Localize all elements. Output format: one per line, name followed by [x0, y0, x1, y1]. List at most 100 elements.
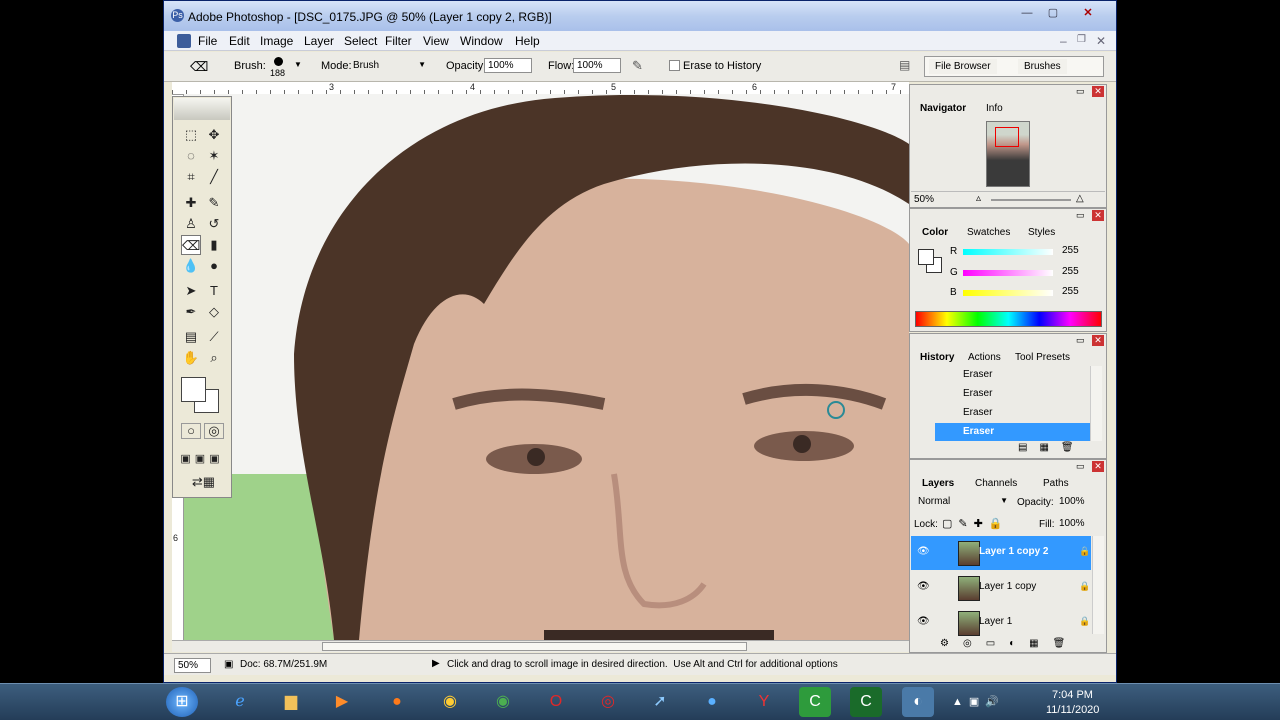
navigator-view-box[interactable]: [995, 127, 1019, 147]
layer-row[interactable]: 👁 Layer 1 copy 🔒: [911, 571, 1091, 605]
layer-row-selected[interactable]: 👁 Layer 1 copy 2 🔒: [911, 536, 1091, 570]
panel-close-icon[interactable]: ✕: [1092, 210, 1104, 221]
photoshop-taskbar-icon[interactable]: ◐: [902, 687, 934, 717]
shape-tool-icon[interactable]: ◇: [204, 302, 224, 322]
visibility-eye-icon[interactable]: 👁: [917, 581, 930, 592]
firefox-icon[interactable]: ●: [381, 687, 413, 717]
opera-gx-icon[interactable]: ◎: [592, 687, 624, 717]
visibility-eye-icon[interactable]: 👁: [917, 616, 930, 627]
media-player-icon[interactable]: ▶: [326, 687, 358, 717]
quick-mask-icon[interactable]: ◎: [204, 423, 224, 439]
status-arrow-icon[interactable]: ▶: [432, 658, 440, 669]
eraser-tool-icon[interactable]: ⌫: [181, 235, 201, 255]
layer-opacity-field[interactable]: 100%: [1056, 495, 1096, 510]
adobe-online-icon[interactable]: [174, 98, 230, 120]
close-button[interactable]: ✕: [1073, 6, 1103, 21]
firefox-developer-icon[interactable]: ●: [696, 687, 728, 717]
doc-restore-button[interactable]: ❐: [1077, 34, 1086, 45]
tab-tool-presets[interactable]: Tool Presets: [1015, 352, 1070, 363]
image-canvas[interactable]: [184, 94, 909, 640]
foreground-color-swatch[interactable]: [181, 377, 206, 402]
eyedropper-tool-icon[interactable]: ⟋: [204, 327, 224, 347]
menu-layer[interactable]: Layer: [304, 34, 334, 48]
start-button[interactable]: ⊞: [166, 687, 198, 717]
visibility-eye-icon[interactable]: 👁: [917, 546, 930, 557]
type-tool-icon[interactable]: T: [204, 281, 224, 301]
green-slider[interactable]: [963, 270, 1053, 276]
tab-actions[interactable]: Actions: [968, 352, 1001, 363]
doc-minimize-button[interactable]: –: [1060, 34, 1067, 48]
history-state[interactable]: Eraser: [935, 366, 1090, 384]
chrome-canary-icon[interactable]: ◉: [434, 687, 466, 717]
tab-styles[interactable]: Styles: [1028, 227, 1055, 238]
eraser-tool-preset-icon[interactable]: ⌫: [190, 59, 208, 75]
menu-window[interactable]: Window: [460, 34, 503, 48]
blue-slider[interactable]: [963, 290, 1053, 296]
layers-scrollbar[interactable]: [1092, 536, 1104, 634]
notes-tool-icon[interactable]: ▤: [181, 327, 201, 347]
history-state[interactable]: Eraser: [935, 404, 1090, 422]
history-state-current[interactable]: Eraser: [935, 423, 1090, 441]
panel-close-icon[interactable]: ✕: [1092, 461, 1104, 472]
brush-dropdown-icon[interactable]: ▼: [294, 60, 302, 69]
tab-channels[interactable]: Channels: [975, 478, 1017, 489]
history-scrollbar[interactable]: [1090, 366, 1102, 441]
layers-actions-icons[interactable]: ⚙◎▭◐▦🗑: [940, 638, 1079, 649]
history-state[interactable]: Eraser: [935, 385, 1090, 403]
tab-info[interactable]: Info: [986, 103, 1003, 114]
panel-minimize-icon[interactable]: ▭: [1076, 335, 1085, 346]
red-slider[interactable]: [963, 249, 1053, 255]
menu-filter[interactable]: Filter: [385, 34, 412, 48]
magic-wand-tool-icon[interactable]: ✶: [204, 146, 224, 166]
jump-to-imageready-icon[interactable]: ⇄▦: [181, 472, 226, 492]
slice-tool-icon[interactable]: ╱: [204, 167, 224, 187]
path-selection-tool-icon[interactable]: ➤: [181, 281, 201, 301]
zoom-tool-icon[interactable]: ⌕: [204, 348, 224, 368]
color-ramp[interactable]: [915, 311, 1102, 327]
blur-tool-icon[interactable]: 💧: [181, 256, 201, 276]
tab-swatches[interactable]: Swatches: [967, 227, 1010, 238]
tab-paths[interactable]: Paths: [1043, 478, 1069, 489]
tab-layers[interactable]: Layers: [922, 478, 954, 489]
yandex-browser-icon[interactable]: Y: [748, 687, 780, 717]
menu-edit[interactable]: Edit: [229, 34, 250, 48]
tab-navigator[interactable]: Navigator: [920, 103, 966, 114]
history-actions-icons[interactable]: ▤▦🗑: [1018, 442, 1086, 453]
opacity-field[interactable]: 100%: [484, 58, 532, 73]
zoom-field[interactable]: 50%: [174, 658, 211, 673]
menu-view[interactable]: View: [423, 34, 449, 48]
marquee-tool-icon[interactable]: ⬚: [181, 125, 201, 145]
gradient-tool-icon[interactable]: ▮: [204, 235, 224, 255]
layer-row[interactable]: 👁 Layer 1 🔒: [911, 606, 1091, 640]
healing-brush-tool-icon[interactable]: ✚: [181, 193, 201, 213]
blend-mode-select[interactable]: Normal ▼: [915, 495, 1010, 510]
crop-tool-icon[interactable]: ⌗: [181, 167, 201, 187]
app-icon[interactable]: ➚: [644, 687, 676, 717]
camtasia-recorder-icon[interactable]: C: [799, 687, 831, 717]
mode-select[interactable]: Brush ▼: [350, 59, 430, 74]
clone-stamp-tool-icon[interactable]: ♙: [181, 214, 201, 234]
panel-close-icon[interactable]: ✕: [1092, 86, 1104, 97]
navigator-zoom-slider[interactable]: [991, 199, 1071, 201]
opera-icon[interactable]: O: [540, 687, 572, 717]
tab-history[interactable]: History: [920, 352, 954, 363]
brushes-tab[interactable]: Brushes: [1018, 59, 1067, 74]
menu-file[interactable]: File: [198, 34, 217, 48]
blue-field[interactable]: 255: [1059, 285, 1089, 299]
menu-image[interactable]: Image: [260, 34, 293, 48]
lock-options-icons[interactable]: ▢✎✚🔒: [942, 517, 1009, 530]
pen-tool-icon[interactable]: ✒: [181, 302, 201, 322]
maximize-button[interactable]: ▢: [1043, 6, 1063, 21]
menu-help[interactable]: Help: [515, 34, 540, 48]
airbrush-icon[interactable]: ✎: [632, 58, 643, 74]
history-brush-tool-icon[interactable]: ↺: [204, 214, 224, 234]
internet-explorer-icon[interactable]: ℯ: [224, 687, 256, 717]
minimize-button[interactable]: —: [1017, 6, 1037, 21]
lasso-tool-icon[interactable]: ◌: [181, 146, 201, 166]
doc-close-button[interactable]: ✕: [1096, 34, 1106, 48]
erase-history-checkbox[interactable]: [669, 60, 680, 71]
dodge-tool-icon[interactable]: ●: [204, 256, 224, 276]
standard-mode-icon[interactable]: ○: [181, 423, 201, 439]
green-field[interactable]: 255: [1059, 265, 1089, 279]
menu-select[interactable]: Select: [344, 34, 377, 48]
